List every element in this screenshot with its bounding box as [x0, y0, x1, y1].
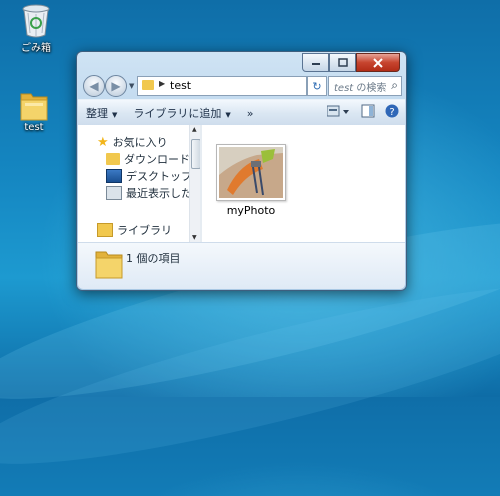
search-icon: ⌕	[391, 78, 398, 92]
search-input[interactable]: test の検索 ⌕	[328, 76, 402, 96]
pane-divider[interactable]	[200, 125, 202, 242]
nav-item-favorites[interactable]: ★ お気に入り	[97, 134, 168, 150]
libraries-icon	[97, 223, 113, 237]
nav-item-recent-places[interactable]: 最近表示した場所	[106, 185, 189, 201]
scroll-up-icon[interactable]: ▲	[192, 126, 197, 133]
preview-pane-icon[interactable]	[361, 104, 375, 118]
desktop-icon	[106, 169, 122, 183]
add-to-library-button[interactable]: ライブラリに追加 ▼	[125, 105, 238, 121]
change-view-button[interactable]	[327, 104, 351, 118]
navigation-pane: ★ お気に入り ダウンロード デスクトップ 最近表示した場所 ライブラリ	[78, 125, 189, 242]
recent-pages-dropdown-icon[interactable]: ▼	[129, 82, 134, 90]
search-placeholder: test の検索	[334, 83, 387, 94]
star-icon: ★	[97, 134, 109, 150]
maximize-button[interactable]	[329, 53, 356, 72]
file-item-label: myPhoto	[226, 204, 276, 217]
folder-icon	[142, 80, 154, 90]
help-icon[interactable]: ?	[385, 104, 399, 118]
forward-button[interactable]: ▶	[105, 75, 127, 97]
svg-text:?: ?	[389, 107, 394, 118]
forward-arrow-icon: ▶	[111, 79, 121, 93]
address-bar[interactable]: ▶ test ▼	[137, 76, 346, 96]
desktop-icon-test-folder[interactable]: test	[9, 90, 59, 133]
photo-thumbnail-icon	[219, 147, 283, 198]
chevron-down-icon: ▼	[112, 111, 118, 119]
nav-item-desktop[interactable]: デスクトップ	[106, 168, 189, 184]
address-row: ◀ ▶ ▼ ▶ test ▼ ↻ test の検索 ⌕	[83, 75, 402, 99]
minimize-button[interactable]	[302, 53, 329, 72]
breadcrumb-test[interactable]: test	[170, 79, 191, 92]
more-commands-button[interactable]: »	[239, 107, 262, 120]
command-bar: 整理 ▼ ライブラリに追加 ▼ » ?	[78, 99, 405, 126]
folder-icon	[20, 93, 48, 121]
desktop-icon-recycle-bin[interactable]: ごみ箱	[11, 3, 61, 54]
item-count: 1 個の項目	[126, 252, 181, 265]
scroll-down-icon[interactable]: ▼	[192, 234, 197, 241]
breadcrumb-chevron-icon[interactable]: ▶	[159, 79, 165, 88]
window-controls	[302, 53, 400, 72]
back-button[interactable]: ◀	[83, 75, 105, 97]
folder-icon	[95, 251, 123, 279]
nav-item-downloads[interactable]: ダウンロード	[106, 151, 189, 167]
file-item-myphoto[interactable]	[216, 144, 286, 201]
nav-item-libraries[interactable]: ライブラリ	[97, 222, 172, 238]
chevron-down-icon: ▼	[225, 111, 231, 119]
view-tools: ?	[327, 104, 399, 118]
minimize-icon	[311, 62, 320, 65]
downloads-icon	[106, 153, 120, 165]
close-icon	[373, 57, 383, 68]
recycle-bin-icon	[22, 4, 50, 38]
recent-places-icon	[106, 186, 122, 200]
desktop-icon-label: test	[24, 122, 44, 133]
close-button[interactable]	[356, 53, 400, 72]
maximize-icon	[337, 58, 348, 67]
details-pane: 1 個の項目	[78, 242, 405, 289]
desktop-icon-label: ごみ箱	[21, 43, 51, 54]
refresh-button[interactable]: ↻	[307, 76, 327, 96]
back-arrow-icon: ◀	[89, 79, 99, 93]
refresh-icon: ↻	[312, 79, 322, 93]
organize-button[interactable]: 整理 ▼	[78, 105, 125, 121]
